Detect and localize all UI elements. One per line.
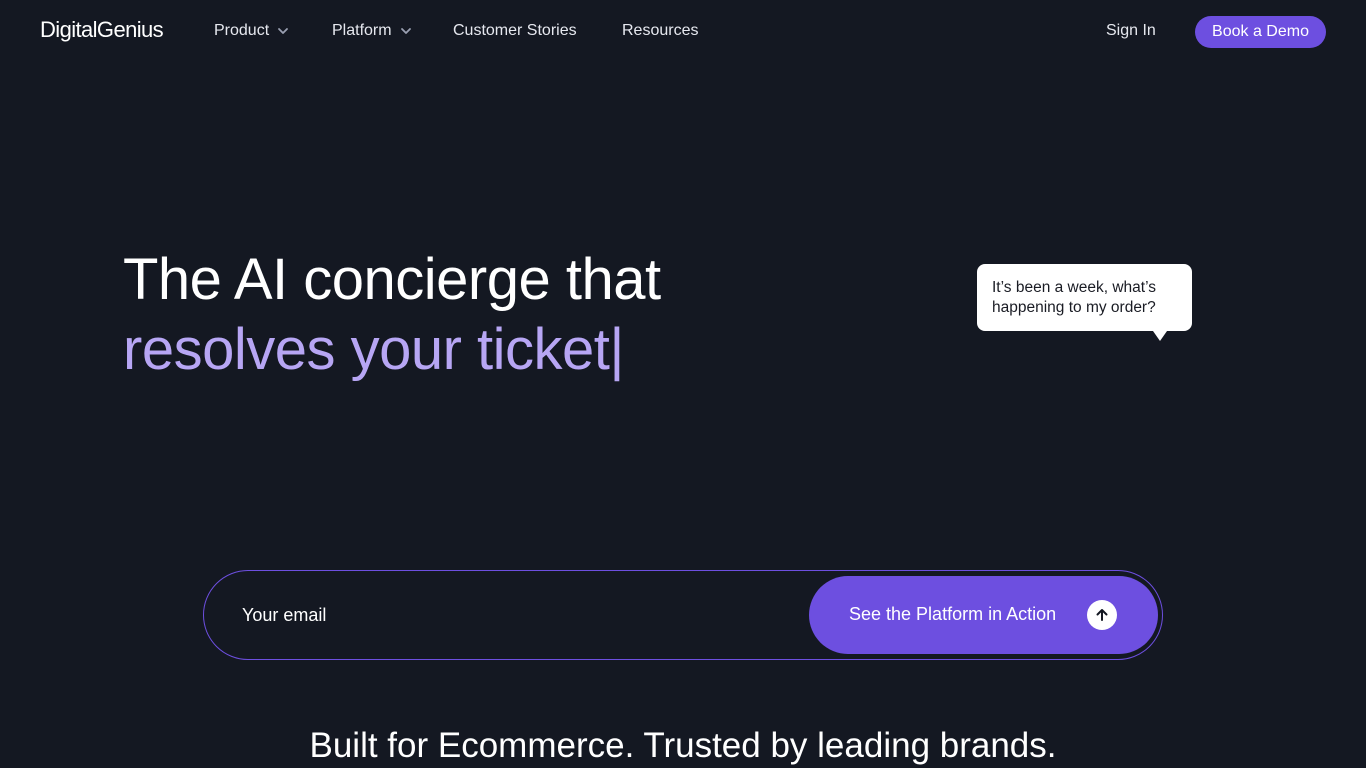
trusted-brands-heading: Built for Ecommerce. Trusted by leading … <box>309 726 1057 765</box>
nav-item-label: Product <box>214 22 270 39</box>
email-signup-form: See the Platform in Action <box>203 570 1163 660</box>
nav-item-product[interactable]: Product <box>214 22 289 40</box>
nav-item-platform[interactable]: Platform <box>332 22 412 40</box>
chevron-down-icon <box>277 25 289 37</box>
nav-item-label: Resources <box>622 22 699 39</box>
chat-bubble: It’s been a week, what’s happening to my… <box>977 264 1192 331</box>
logo[interactable]: DigitalGenius <box>40 17 164 43</box>
chat-bubble-text: It’s been a week, what’s happening to my… <box>992 279 1156 316</box>
hero-title: The AI concierge that <box>123 247 661 312</box>
nav-item-label: Customer Stories <box>453 22 577 39</box>
book-demo-button[interactable]: Book a Demo <box>1195 16 1326 48</box>
sign-in-link[interactable]: Sign In <box>1106 22 1156 40</box>
see-platform-button[interactable]: See the Platform in Action <box>809 576 1158 654</box>
nav-item-customer-stories[interactable]: Customer Stories <box>453 22 577 40</box>
site-header: DigitalGenius Product Platform Customer … <box>0 0 1366 66</box>
chat-bubble-tail <box>1153 331 1167 341</box>
nav-item-label: Platform <box>332 22 392 39</box>
hero-title-highlight: resolves your ticket| <box>123 317 624 382</box>
email-input[interactable] <box>240 591 780 639</box>
arrow-up-icon <box>1087 600 1117 630</box>
nav-item-resources[interactable]: Resources <box>622 22 698 40</box>
chevron-down-icon <box>400 25 412 37</box>
see-platform-button-label: See the Platform in Action <box>849 604 1057 624</box>
